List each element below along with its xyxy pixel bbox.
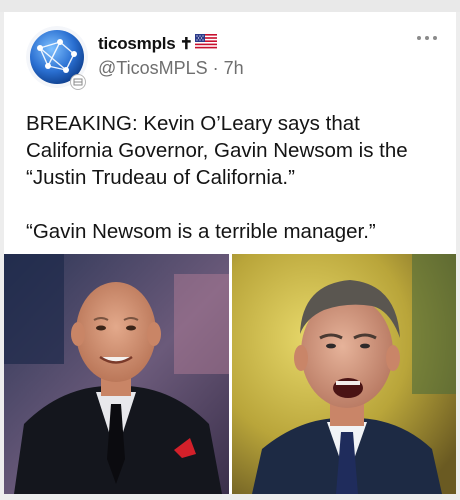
media-grid — [4, 254, 456, 494]
verified-org-badge-icon — [70, 74, 86, 90]
separator-dot: · — [212, 58, 219, 78]
post-text-paragraph-1: BREAKING: Kevin O’Leary says that Califo… — [26, 112, 408, 189]
username[interactable]: ticosmpls — [98, 34, 176, 54]
post-text-paragraph-2: “Gavin Newsom is a terrible manager.” — [26, 220, 376, 243]
post-text: BREAKING: Kevin O’Leary says that Califo… — [26, 110, 446, 245]
more-options-icon[interactable] — [416, 26, 438, 47]
media-image-left-kevin-oleary[interactable] — [4, 254, 229, 494]
handle-row: @TicosMPLS · 7h — [98, 58, 244, 79]
user-handle[interactable]: @TicosMPLS — [98, 58, 208, 78]
media-image-right-gavin-newsom[interactable] — [231, 254, 456, 494]
cross-emoji: ✝ — [179, 36, 193, 53]
top-strip — [0, 0, 460, 12]
post-card[interactable]: ticosmpls ✝ @TicosMPLS · 7h BREAKING: Ke… — [4, 12, 456, 494]
name-row: ticosmpls ✝ — [98, 32, 217, 56]
us-flag-icon — [194, 34, 217, 54]
post-time[interactable]: 7h — [224, 58, 244, 78]
